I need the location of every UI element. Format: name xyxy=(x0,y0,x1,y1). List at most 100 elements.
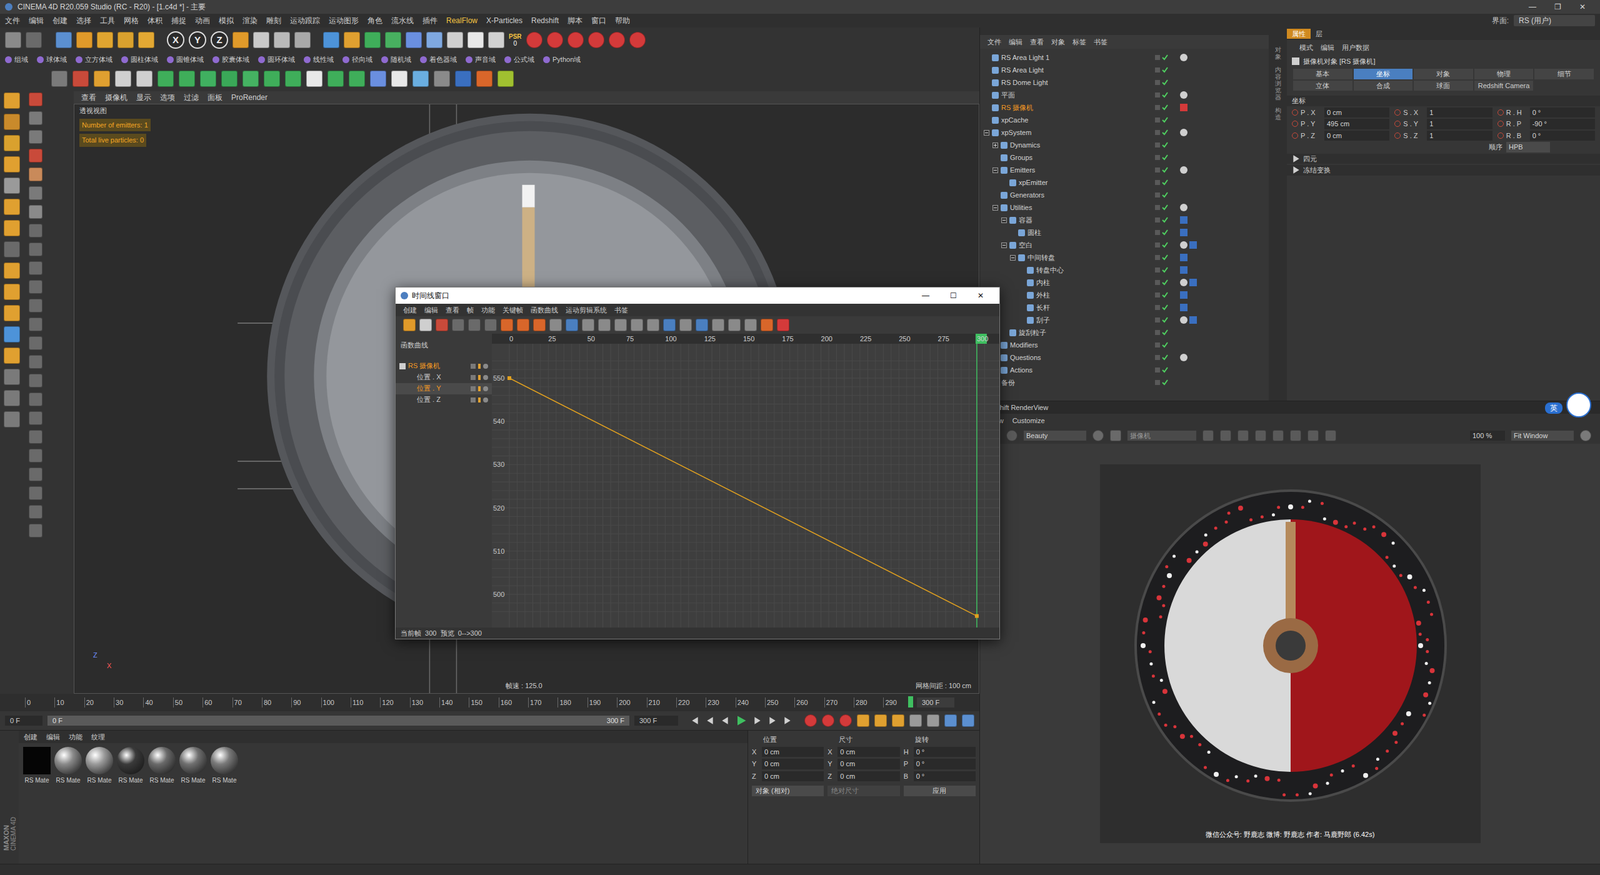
timeline-tool-icon[interactable] xyxy=(403,318,416,332)
object-row[interactable]: 圆柱 xyxy=(980,226,1269,239)
tool-icon[interactable] xyxy=(28,355,43,369)
object-row[interactable]: 刮子 xyxy=(980,313,1269,327)
timeline-menu-item[interactable]: 书签 xyxy=(614,305,629,316)
menu-item[interactable]: 插件 xyxy=(422,15,438,27)
undo-icon[interactable] xyxy=(25,31,42,49)
mode-icon[interactable] xyxy=(3,305,20,322)
enabled-check-icon[interactable] xyxy=(1161,216,1169,224)
tag-icon[interactable] xyxy=(1180,316,1188,324)
enabled-check-icon[interactable] xyxy=(1161,141,1169,149)
timeline-tool-icon[interactable] xyxy=(419,318,432,332)
enabled-check-icon[interactable] xyxy=(1161,129,1169,136)
group-arrow-icon[interactable] xyxy=(1291,154,1301,164)
play-icon[interactable] xyxy=(735,715,747,727)
coordinate-field[interactable]: 0 ° xyxy=(913,746,976,758)
playhead[interactable] xyxy=(908,696,914,708)
mograph-icon[interactable] xyxy=(242,70,259,87)
collapsed-group[interactable]: 四元 xyxy=(1286,153,1600,165)
attribute-menu-item[interactable]: 用户数据 xyxy=(1341,42,1370,54)
transform-tool-icon[interactable] xyxy=(96,31,114,49)
window-control[interactable]: ☐ xyxy=(939,290,967,302)
animate-dot[interactable] xyxy=(1291,132,1299,139)
timeline-menu-item[interactable]: 查看 xyxy=(445,305,460,316)
object-icon[interactable] xyxy=(385,31,402,49)
play-back-icon[interactable] xyxy=(720,716,730,725)
mograph-icon[interactable] xyxy=(157,70,174,87)
attribute-menu-item[interactable]: 编辑 xyxy=(1320,42,1335,54)
object-icon[interactable] xyxy=(426,31,443,49)
menu-item[interactable]: 运动图形 xyxy=(328,15,359,27)
timeline-tool-icon[interactable] xyxy=(711,318,725,332)
coordinate-mode-select[interactable]: 对象 (相对) xyxy=(751,785,824,797)
attribute-page-tab[interactable]: 物理 xyxy=(1474,68,1534,80)
tool-icon[interactable] xyxy=(28,261,43,275)
enabled-check-icon[interactable] xyxy=(1161,279,1169,286)
track-row[interactable]: RS 摄像机 xyxy=(395,360,492,372)
menu-item[interactable]: 捕捉 xyxy=(171,15,187,27)
key-tool-icon[interactable] xyxy=(856,714,870,727)
tool-icon[interactable] xyxy=(28,223,43,238)
viewport-menu-item[interactable]: ProRender xyxy=(231,91,268,104)
field-button[interactable]: 球体域 xyxy=(36,54,67,65)
material-menu-item[interactable]: 编辑 xyxy=(46,731,60,743)
tool-icon[interactable] xyxy=(28,167,43,182)
tag-icon[interactable] xyxy=(1180,303,1188,312)
key-tool-icon[interactable] xyxy=(909,714,922,727)
timeline-menu-item[interactable]: 函数曲线 xyxy=(530,305,559,316)
tool-icon[interactable] xyxy=(28,92,43,107)
coordinate-field[interactable]: 0 cm xyxy=(761,758,824,770)
mode-icon[interactable] xyxy=(3,135,20,152)
timeline-tool-icon[interactable] xyxy=(760,318,774,332)
field-button[interactable]: 圆锥体域 xyxy=(166,54,204,65)
mode-icon[interactable] xyxy=(3,262,20,279)
mode-icon[interactable] xyxy=(3,113,20,130)
tool-icon[interactable] xyxy=(28,130,43,144)
enabled-check-icon[interactable] xyxy=(1161,229,1169,236)
render-tool-icon[interactable] xyxy=(1255,430,1267,442)
enabled-check-icon[interactable] xyxy=(1161,241,1169,249)
render-tool-icon[interactable] xyxy=(1307,430,1319,442)
mode-icon[interactable] xyxy=(3,368,20,385)
axis-lock-button[interactable]: Z xyxy=(210,31,229,49)
material-swatch[interactable]: RS Mate xyxy=(53,746,83,785)
attribute-field[interactable]: 0 cm xyxy=(1324,107,1390,119)
enabled-check-icon[interactable] xyxy=(1161,66,1169,74)
mograph-icon[interactable] xyxy=(93,70,110,87)
render-tool-icon[interactable] xyxy=(1220,430,1232,442)
tag-icon[interactable] xyxy=(1180,216,1188,224)
viewport-menu-item[interactable]: 选项 xyxy=(160,91,175,104)
mode-icon[interactable] xyxy=(3,347,20,364)
timeline-tool-icon[interactable] xyxy=(679,318,692,332)
enabled-check-icon[interactable] xyxy=(1161,329,1169,336)
collapse-icon[interactable] xyxy=(983,130,990,136)
window-control[interactable]: ✕ xyxy=(1570,1,1595,13)
timeline-tool-icon[interactable] xyxy=(744,318,757,332)
mograph-icon[interactable] xyxy=(263,70,280,87)
loop-icon[interactable] xyxy=(783,716,792,725)
mode-icon[interactable] xyxy=(3,411,20,428)
tool-icon[interactable] xyxy=(28,448,43,463)
tag-icon[interactable] xyxy=(1189,278,1197,287)
tag-icon[interactable] xyxy=(1180,53,1188,62)
menu-item[interactable]: 帮助 xyxy=(615,15,630,27)
tag-icon[interactable] xyxy=(1189,316,1197,324)
material-swatch[interactable]: RS Mate xyxy=(22,746,52,785)
attribute-field[interactable]: 1 xyxy=(1426,130,1492,142)
record-icon[interactable] xyxy=(546,31,564,49)
field-button[interactable]: 圆环体域 xyxy=(258,54,295,65)
tag-icon[interactable] xyxy=(1180,291,1188,299)
enabled-check-icon[interactable] xyxy=(1161,304,1169,311)
timeline-tool-icon[interactable] xyxy=(468,318,481,332)
enabled-check-icon[interactable] xyxy=(1161,316,1169,324)
object-row[interactable]: RS 摄像机 xyxy=(980,101,1269,114)
attribute-page-tab[interactable]: 球面 xyxy=(1413,80,1474,92)
attribute-field[interactable]: 1 xyxy=(1426,107,1492,119)
window-control[interactable]: ✕ xyxy=(966,290,995,302)
rotation-order-select[interactable]: HPB xyxy=(1506,141,1550,153)
keyframe[interactable] xyxy=(507,376,512,380)
collapsed-group[interactable]: 冻结变换 xyxy=(1286,165,1600,176)
timeline-menu-item[interactable]: 编辑 xyxy=(424,305,439,316)
object-row[interactable]: Groups xyxy=(980,151,1269,164)
attribute-field[interactable]: 495 cm xyxy=(1324,118,1390,130)
render-menu-item[interactable]: Customize xyxy=(1012,415,1045,427)
